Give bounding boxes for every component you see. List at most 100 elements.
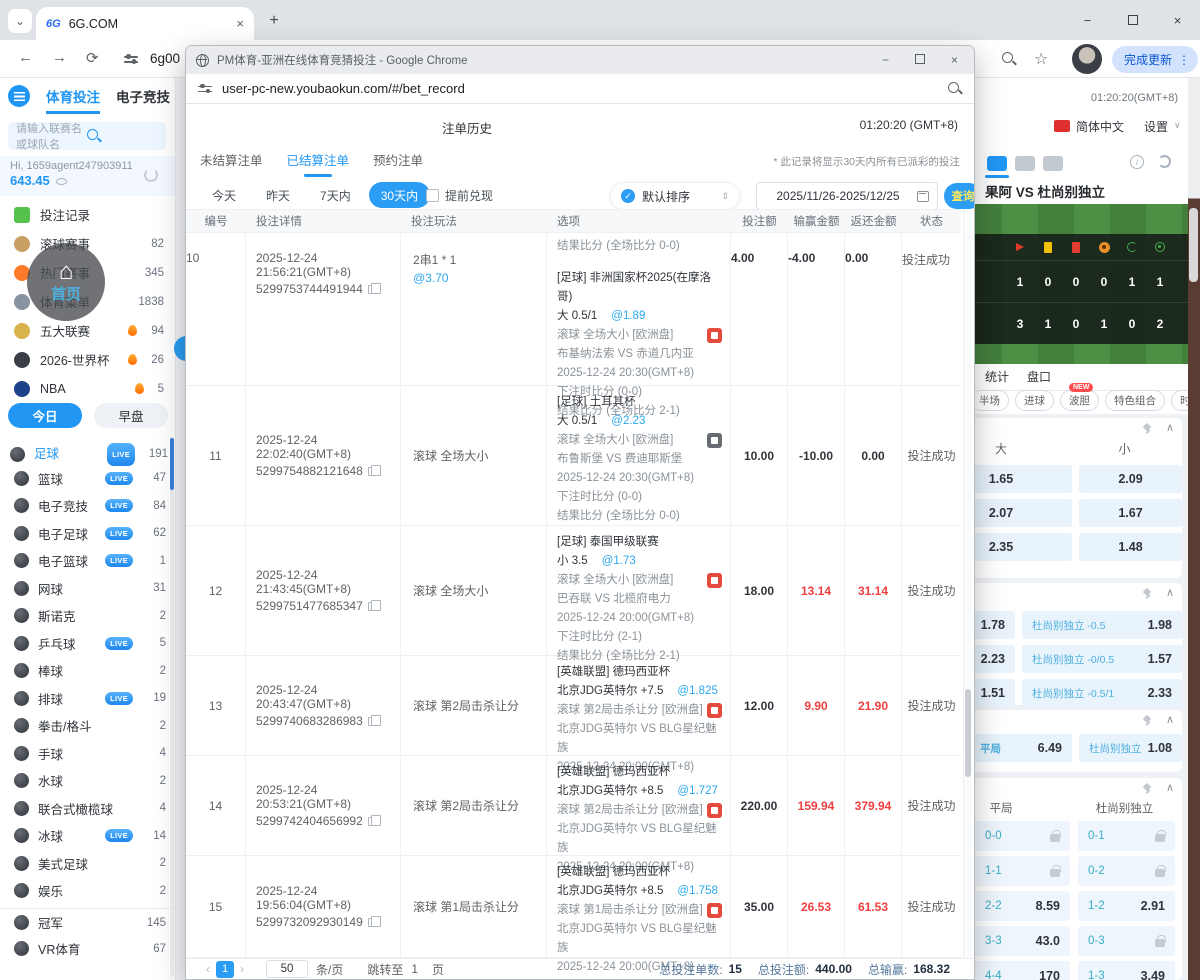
sidebar-sport-snooker[interactable]: 斯诺克 2	[0, 602, 175, 630]
prev-page-icon[interactable]: ‹	[206, 962, 210, 976]
odds-cell[interactable]: 1.48	[1079, 533, 1182, 561]
sidebar-sport-ebasketball[interactable]: 电子篮球 LIVE 1	[0, 547, 175, 575]
refresh-icon[interactable]	[1158, 155, 1171, 168]
popup-url[interactable]: user-pc-new.youbaokun.com/#/bet_record	[222, 81, 938, 96]
collapse-icon[interactable]: ∧	[1166, 781, 1174, 794]
odds-cell[interactable]: 杜尚别独立 1.08	[1079, 734, 1182, 762]
pill-半场[interactable]: 半场	[970, 390, 1009, 411]
live-badge-icon[interactable]	[707, 803, 722, 818]
live-badge-icon[interactable]	[707, 903, 722, 918]
settings-select[interactable]: 设置	[1144, 118, 1168, 135]
score-odds-cell[interactable]: 1-3 3.49	[1078, 961, 1175, 980]
tab-已结算注单[interactable]: 已结算注单	[287, 150, 349, 177]
sidebar-sport-boxing[interactable]: 拳击/格斗 2	[0, 712, 175, 740]
copy-icon[interactable]	[367, 714, 381, 726]
sidebar-sport-handball[interactable]: 手球 4	[0, 740, 175, 768]
info-icon[interactable]: i	[1130, 155, 1144, 169]
query-button[interactable]: 查询	[944, 183, 974, 209]
sidebar-sport-entertainment[interactable]: 娱乐 2	[0, 877, 175, 905]
sidebar-sport-esports[interactable]: 电子竞技 LIVE 84	[0, 492, 175, 520]
close-icon[interactable]: ×	[951, 53, 958, 67]
odds-cell[interactable]: 2.09	[1079, 465, 1182, 493]
sidebar-sport-football[interactable]: 足球 LIVE 191	[0, 437, 175, 466]
sidebar-quick-item[interactable]: 五大联赛 94	[0, 316, 175, 345]
zoom-out-icon[interactable]	[1002, 52, 1016, 66]
pin-icon[interactable]	[1142, 716, 1152, 726]
copy-icon[interactable]	[367, 814, 381, 826]
pin-icon[interactable]	[1142, 784, 1152, 794]
pill-时间[interactable]: 时间	[1171, 390, 1188, 411]
sidebar-scrollbar-track[interactable]	[170, 437, 174, 977]
popup-address-bar[interactable]: user-pc-new.youbaokun.com/#/bet_record	[186, 74, 974, 104]
sort-select[interactable]: ✓ 默认排序 ⇕	[610, 182, 740, 210]
collapse-icon[interactable]: ∧	[1166, 713, 1174, 726]
range-7天内[interactable]: 7天内	[308, 182, 363, 208]
odds-cell[interactable]: 杜尚别独立 -0.5/1 2.33	[1022, 679, 1182, 707]
sidebar-sport-basketball[interactable]: 篮球 LIVE 47	[0, 465, 175, 493]
eye-icon[interactable]	[55, 178, 67, 185]
sidebar-sport-baseball[interactable]: 棒球 2	[0, 657, 175, 685]
pin-icon[interactable]	[1142, 424, 1152, 434]
live-badge-icon[interactable]	[707, 328, 722, 343]
live-badge-icon[interactable]	[707, 703, 722, 718]
collapse-icon[interactable]: ∧	[1166, 421, 1174, 434]
sidebar-sport-efootball[interactable]: 电子足球 LIVE 62	[0, 520, 175, 548]
copy-icon[interactable]	[367, 599, 381, 611]
search-icon[interactable]	[87, 129, 158, 143]
new-tab-button[interactable]: +	[262, 9, 286, 33]
copy-icon[interactable]	[367, 915, 381, 927]
tune-icon[interactable]	[198, 84, 212, 94]
range-30天内[interactable]: 30天内	[368, 182, 431, 208]
maximize-icon[interactable]	[914, 53, 925, 67]
address-bar-text[interactable]: 6g00	[150, 51, 180, 66]
pin-icon[interactable]	[1142, 589, 1152, 599]
tab-close-icon[interactable]: ×	[236, 16, 244, 31]
early-market-button[interactable]: 早盘	[94, 403, 168, 428]
date-range-input[interactable]: 2025/11/26-2025/12/25	[756, 182, 938, 210]
tab-stats-view[interactable]	[1015, 156, 1035, 171]
early-cashout-checkbox[interactable]: 提前兑现	[426, 187, 493, 204]
nav-tab[interactable]: 体育投注	[46, 78, 100, 114]
home-float-button[interactable]: ⌂ 首页	[27, 243, 105, 321]
sidebar-quick-item[interactable]: 2026-世界杯 26	[0, 345, 175, 374]
sidebar-sport-waterpolo[interactable]: 水球 2	[0, 767, 175, 795]
chrome-update-button[interactable]: 完成更新 ⋮	[1112, 46, 1199, 73]
back-icon[interactable]: ←	[18, 49, 33, 66]
per-page-input[interactable]: 50	[266, 960, 308, 978]
tab-odds-view[interactable]	[985, 156, 1009, 178]
odds-cell[interactable]: 杜尚别独立 -0/0.5 1.57	[1022, 645, 1182, 673]
refresh-balance-icon[interactable]	[144, 168, 158, 182]
sidebar-quick-item[interactable]: NBA 5	[0, 374, 175, 403]
market-tab-盘口[interactable]: 盘口	[1027, 368, 1051, 385]
profile-avatar[interactable]	[1072, 44, 1102, 74]
market-tab-统计[interactable]: 统计	[985, 368, 1009, 385]
forward-icon[interactable]: →	[52, 49, 67, 66]
odds-cell[interactable]: 杜尚别独立 -0.5 1.98	[1022, 611, 1182, 639]
score-odds-cell[interactable]: 1-2 2.91	[1078, 891, 1175, 921]
league-search-input[interactable]: 请输入联赛名或球队名	[8, 122, 166, 151]
popup-titlebar[interactable]: PM体育-亚洲在线体育竞猜投注 - Google Chrome − ×	[186, 46, 974, 74]
popup-scrollbar-track[interactable]	[963, 209, 972, 958]
sidebar-sport-ice-hockey[interactable]: 冰球 LIVE 14	[0, 822, 175, 850]
sidebar-scrollbar-thumb[interactable]	[170, 438, 174, 490]
live-badge-icon[interactable]	[707, 573, 722, 588]
checkbox-icon[interactable]	[426, 189, 439, 202]
sidebar-sport-volleyball[interactable]: 排球 LIVE 19	[0, 685, 175, 713]
range-今天[interactable]: 今天	[200, 182, 248, 208]
odds-cell[interactable]: 1.67	[1079, 499, 1182, 527]
today-button[interactable]: 今日	[8, 403, 82, 428]
maximize-icon[interactable]	[1110, 13, 1155, 28]
pill-特色组合[interactable]: 特色组合	[1105, 390, 1165, 411]
sidebar-sport-vr-sports[interactable]: VR体育 67	[0, 935, 175, 963]
sidebar-quick-item[interactable]: 投注记录	[0, 200, 175, 229]
search-icon[interactable]	[948, 81, 962, 96]
reload-icon[interactable]: ⟳	[86, 49, 99, 67]
tune-icon[interactable]	[124, 54, 138, 64]
more-menu-icon[interactable]: ⋮	[1178, 53, 1190, 67]
sidebar-sport-am-football[interactable]: 美式足球 2	[0, 850, 175, 878]
sidebar-sport-champion[interactable]: 冠军 145	[0, 907, 175, 936]
pill-波胆[interactable]: 波胆 NEW	[1060, 383, 1099, 411]
collapse-icon[interactable]: ∧	[1166, 586, 1174, 599]
menu-hamburger-icon[interactable]	[8, 85, 30, 107]
sidebar-sport-rugby[interactable]: 联合式橄榄球 4	[0, 795, 175, 823]
